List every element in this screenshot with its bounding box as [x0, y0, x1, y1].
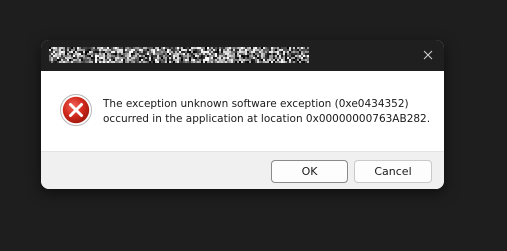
title-bar[interactable]: [41, 40, 444, 71]
error-message-line-2: occurred in the application at location …: [103, 113, 431, 125]
error-message-line-1: The exception unknown software exception…: [103, 98, 409, 110]
button-bar: OK Cancel: [41, 151, 444, 189]
dialog-content: The exception unknown software exception…: [41, 71, 444, 151]
error-icon: [60, 94, 92, 126]
close-icon: [423, 50, 433, 60]
error-message: The exception unknown software exception…: [103, 97, 439, 127]
cancel-button[interactable]: Cancel: [354, 160, 432, 183]
ok-button[interactable]: OK: [271, 160, 348, 183]
error-dialog: The exception unknown software exception…: [41, 40, 444, 189]
close-button[interactable]: [416, 44, 440, 66]
obscured-title: [49, 47, 309, 63]
